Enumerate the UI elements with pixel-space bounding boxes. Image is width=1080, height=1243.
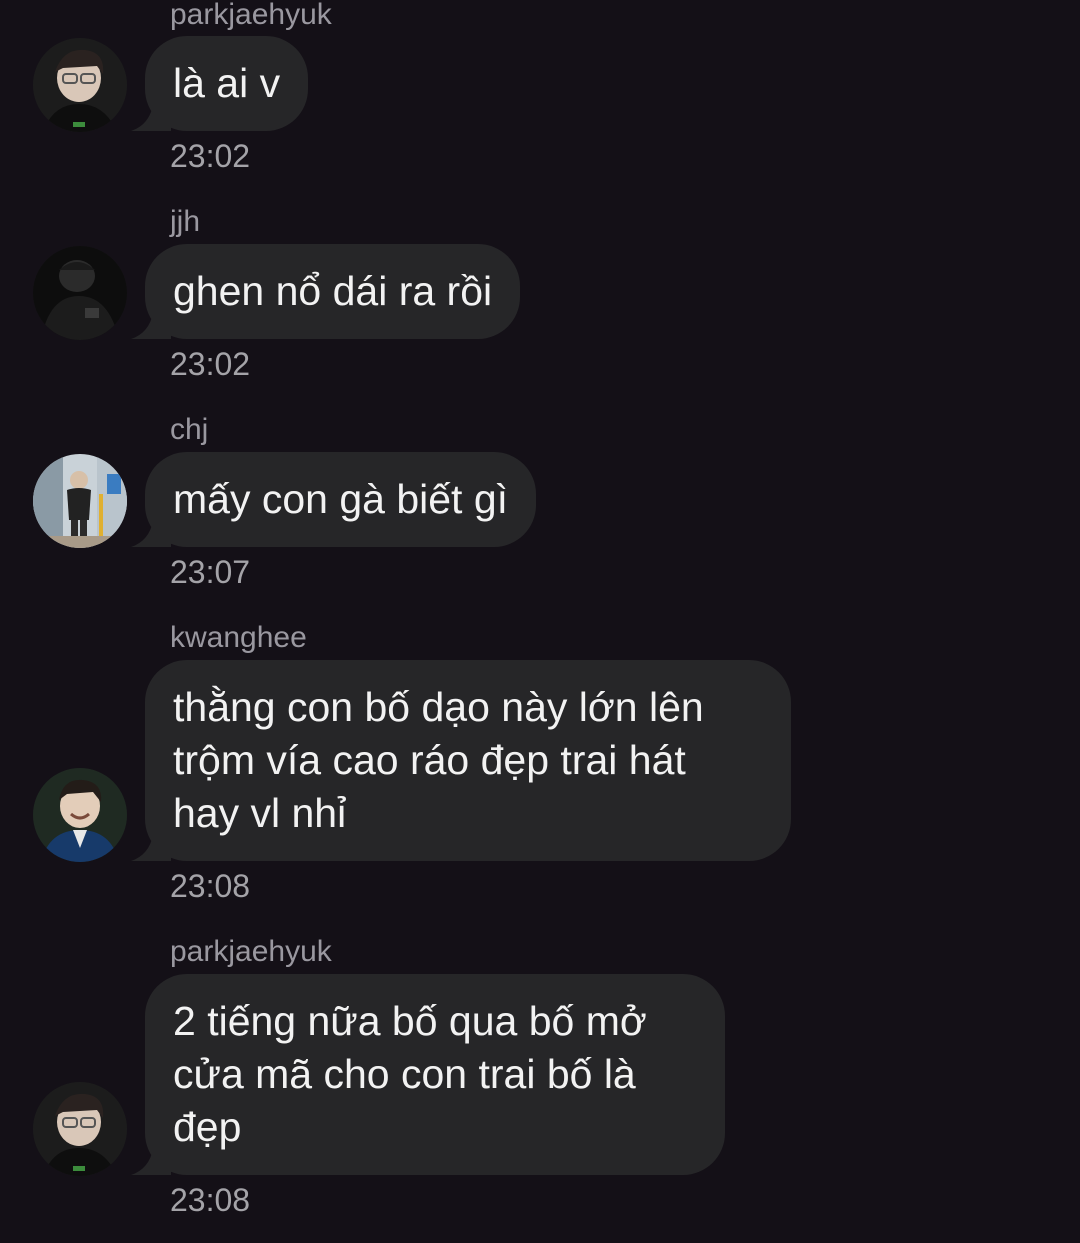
message-text: 2 tiếng nữa bố qua bố mở cửa mã cho con …	[173, 998, 647, 1150]
sender-name[interactable]: parkjaehyuk	[170, 935, 332, 969]
chat-thread[interactable]: parkjaehyuk là ai v 23:02 jjh ghen nổ dá…	[0, 0, 1080, 1243]
message-time: 23:08	[170, 1182, 251, 1218]
message-bubble[interactable]: mấy con gà biết gì	[131, 452, 537, 547]
message-bubble[interactable]: là ai v	[131, 36, 309, 131]
sender-name[interactable]: kwanghee	[170, 621, 307, 655]
avatar[interactable]	[33, 454, 127, 548]
message-time: 23:08	[170, 868, 251, 904]
message-time: 23:07	[170, 554, 251, 590]
message-bubble[interactable]: thằng con bố dạo này lớn lên trộm vía ca…	[131, 660, 791, 861]
message-bubble[interactable]: 2 tiếng nữa bố qua bố mở cửa mã cho con …	[131, 974, 725, 1175]
sender-name[interactable]: chj	[170, 413, 208, 447]
message-text: ghen nổ dái ra rồi	[173, 268, 493, 314]
message-text: thằng con bố dạo này lớn lên trộm vía ca…	[173, 684, 704, 836]
avatar[interactable]	[33, 1082, 127, 1176]
message-text: là ai v	[173, 60, 281, 106]
sender-name[interactable]: jjh	[170, 205, 200, 239]
avatar[interactable]	[33, 246, 127, 340]
message-bubble[interactable]: ghen nổ dái ra rồi	[131, 244, 521, 339]
message-time: 23:02	[170, 138, 251, 174]
avatar[interactable]	[33, 768, 127, 862]
sender-name[interactable]: parkjaehyuk	[170, 0, 332, 32]
message-time: 23:02	[170, 346, 251, 382]
message-text: mấy con gà biết gì	[173, 476, 509, 522]
avatar[interactable]	[33, 38, 127, 132]
